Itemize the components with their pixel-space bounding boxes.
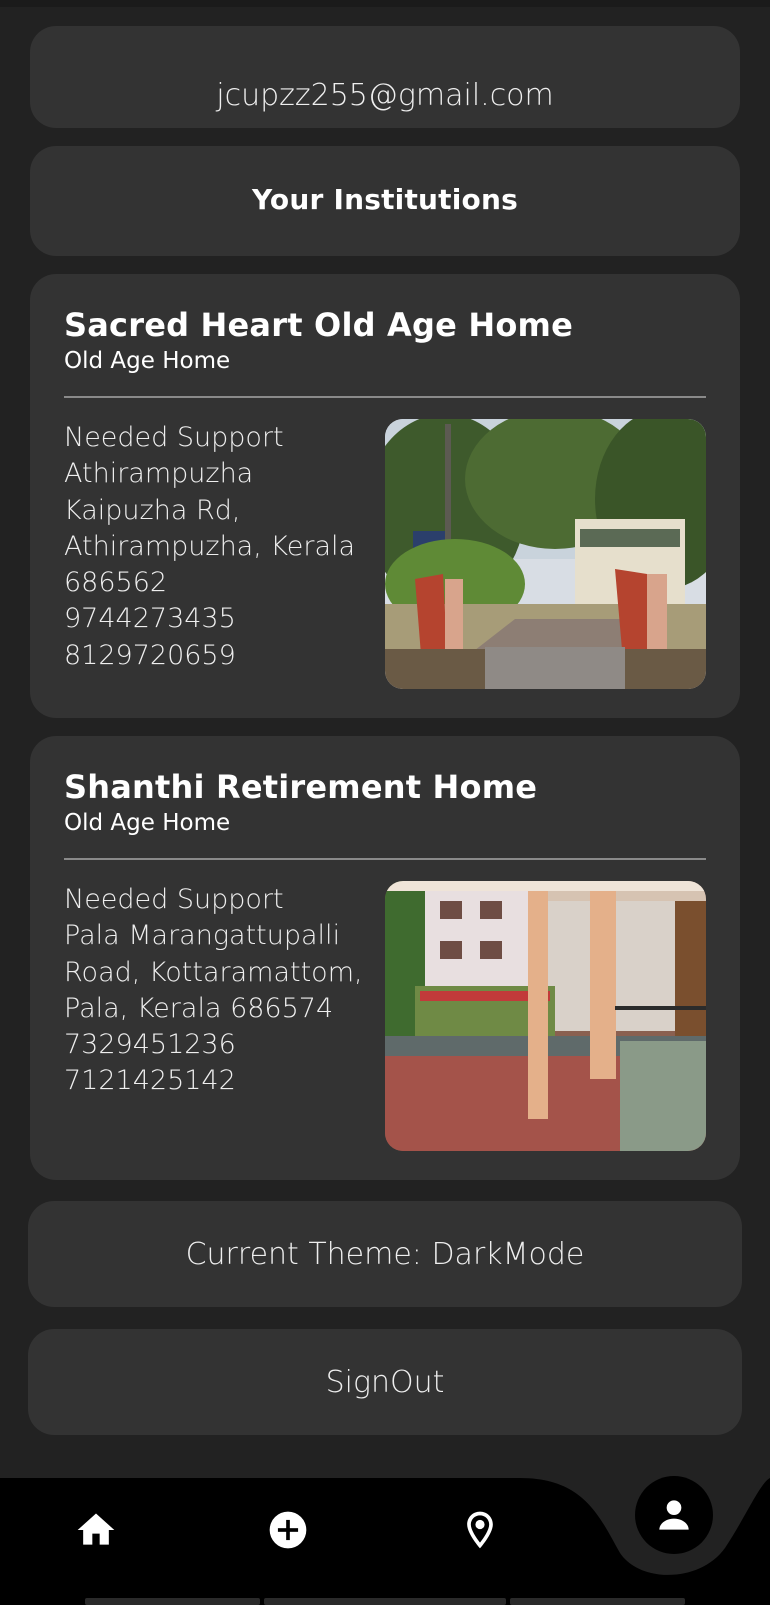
- email-card: jcupzz255@gmail.com: [30, 26, 740, 128]
- institution-card[interactable]: Sacred Heart Old Age Home Old Age Home N…: [30, 274, 740, 718]
- phone-number: 8129720659: [64, 639, 236, 671]
- status-strip: [0, 0, 770, 7]
- signout-button[interactable]: SignOut: [28, 1329, 742, 1435]
- section-title: Your Institutions: [252, 183, 518, 216]
- support-label: Needed Support: [64, 422, 284, 453]
- address-line: Pala, Kerala 686574: [64, 992, 334, 1024]
- postal-code: 686562: [64, 567, 168, 599]
- institutions-header-card: Your Institutions: [30, 146, 740, 256]
- person-icon: [659, 1500, 689, 1530]
- institution-card[interactable]: Shanthi Retirement Home Old Age Home Nee…: [30, 736, 740, 1180]
- institution-name: Shanthi Retirement Home: [64, 768, 538, 806]
- signout-label: SignOut: [325, 1365, 445, 1400]
- institution-photo: [385, 881, 706, 1151]
- address-line: Athirampuzha: [64, 458, 254, 490]
- divider: [64, 396, 706, 398]
- system-bar-segment: [85, 1598, 260, 1605]
- profile-tab-active[interactable]: [635, 1476, 713, 1554]
- support-label: Needed Support: [64, 884, 284, 915]
- system-bar-segment: [264, 1598, 506, 1605]
- system-bar-segment: [510, 1598, 685, 1605]
- institution-type: Old Age Home: [64, 810, 231, 836]
- location-pin-icon[interactable]: [458, 1508, 502, 1552]
- theme-label: Current Theme: DarkMode: [185, 1237, 585, 1272]
- institution-name: Sacred Heart Old Age Home: [64, 306, 573, 344]
- address-line: Pala Marangattupalli: [64, 920, 341, 952]
- address-line: Road, Kottaramattom,: [64, 956, 363, 988]
- phone-number: 9744273435: [64, 603, 236, 635]
- user-email: jcupzz255@gmail.com: [216, 78, 554, 113]
- institution-details: Needed Support Athirampuzha Kaipuzha Rd,…: [64, 420, 364, 674]
- phone-number: 7121425142: [64, 1065, 236, 1097]
- theme-toggle-button[interactable]: Current Theme: DarkMode: [28, 1201, 742, 1307]
- add-circle-icon[interactable]: [266, 1508, 310, 1552]
- home-icon[interactable]: [74, 1508, 118, 1552]
- address-line: Kaipuzha Rd,: [64, 494, 241, 526]
- institution-type: Old Age Home: [64, 348, 231, 374]
- institution-details: Needed Support Pala Marangattupalli Road…: [64, 882, 364, 1100]
- address-line: Athirampuzha, Kerala: [64, 530, 356, 562]
- phone-number: 7329451236: [64, 1029, 236, 1061]
- divider: [64, 858, 706, 860]
- institution-photo: [385, 419, 706, 689]
- bottom-navigation: [0, 1476, 770, 1605]
